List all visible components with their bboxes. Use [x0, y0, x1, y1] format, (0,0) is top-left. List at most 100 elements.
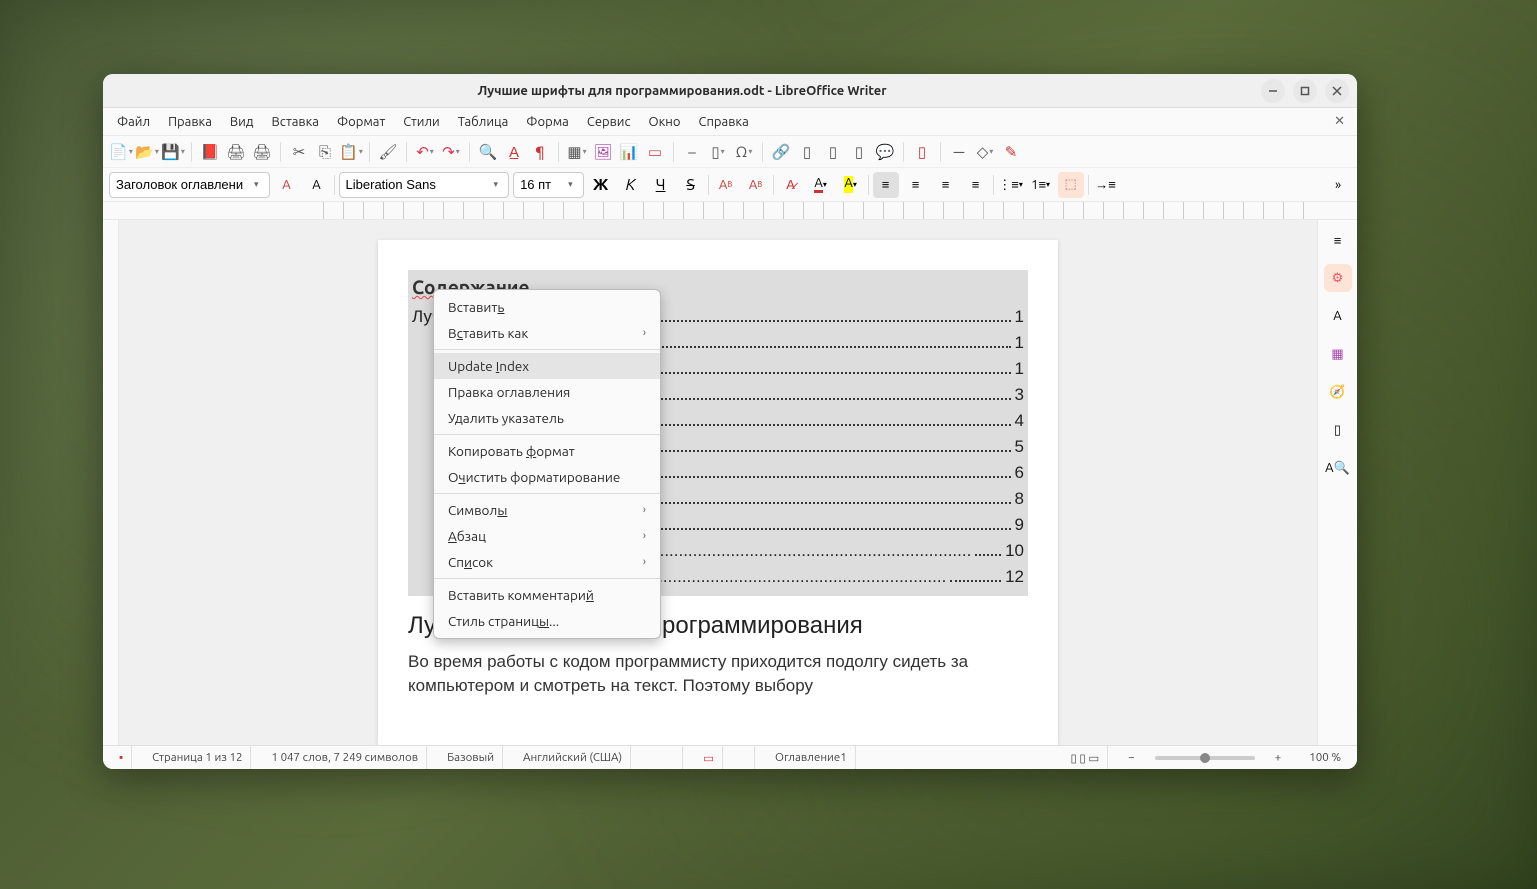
status-signature[interactable] — [735, 746, 755, 769]
hyperlink-icon[interactable]: 🔗 — [769, 140, 793, 164]
align-left-icon[interactable]: ≡ — [873, 172, 899, 198]
bullet-list-icon[interactable]: ⋮≡▾ — [998, 172, 1024, 198]
field-icon[interactable]: ▯▾ — [706, 140, 730, 164]
menu-tools[interactable]: Сервис — [579, 111, 639, 133]
context-menu-item[interactable]: Копировать формат — [434, 438, 660, 464]
zoom-level[interactable]: 100 % — [1301, 746, 1349, 769]
special-char-icon[interactable]: Ω▾ — [732, 140, 756, 164]
open-icon[interactable]: 📂▾ — [135, 140, 159, 164]
status-language[interactable]: Английский (США) — [515, 746, 631, 769]
line-icon[interactable]: ─ — [947, 140, 971, 164]
sidebar-page-icon[interactable]: ▯ — [1324, 416, 1352, 444]
align-right-icon[interactable]: ≡ — [933, 172, 959, 198]
page-break-icon[interactable]: ⎯ — [680, 140, 704, 164]
underline-button[interactable]: Ч — [648, 172, 674, 198]
font-name-input[interactable] — [346, 177, 486, 192]
strike-button[interactable]: S — [678, 172, 704, 198]
undo-icon[interactable]: ↶▾ — [413, 140, 437, 164]
zoom-out-icon[interactable]: − — [1120, 746, 1143, 769]
image-icon[interactable]: 🖼 — [591, 140, 615, 164]
font-color-icon[interactable]: A▾ — [808, 172, 834, 198]
comment-icon[interactable]: 💬 — [873, 140, 897, 164]
bookmark-icon[interactable]: ▯ — [821, 140, 845, 164]
menu-table[interactable]: Таблица — [450, 111, 517, 133]
chart-icon[interactable]: 📊 — [617, 140, 641, 164]
status-page[interactable]: Страница 1 из 12 — [144, 746, 251, 769]
menu-file[interactable]: Файл — [109, 111, 158, 133]
more-options-icon[interactable]: » — [1325, 172, 1351, 198]
context-menu-item[interactable]: Символы› — [434, 497, 660, 523]
context-menu-item[interactable]: Update Index — [434, 353, 660, 379]
context-menu-item[interactable]: Вставить комментарий — [434, 582, 660, 608]
highlight-icon[interactable]: A▾ — [838, 172, 864, 198]
paragraph-style-input[interactable] — [116, 177, 246, 192]
subscript-icon[interactable]: AB — [743, 172, 769, 198]
font-size-input[interactable] — [520, 177, 560, 192]
update-style-icon[interactable]: A — [274, 172, 300, 198]
chevron-down-icon[interactable]: ▾ — [250, 179, 263, 190]
zoom-in-icon[interactable]: + — [1267, 746, 1290, 769]
sidebar-properties-icon[interactable]: ⚙ — [1324, 264, 1352, 292]
sidebar-inspect-icon[interactable]: A🔍 — [1324, 454, 1352, 482]
paste-icon[interactable]: 📋▾ — [339, 140, 363, 164]
track-changes-icon[interactable]: ▯ — [910, 140, 934, 164]
font-size-combo[interactable]: ▾ — [513, 172, 584, 198]
clone-format-icon[interactable]: 🖌 — [376, 140, 400, 164]
menu-help[interactable]: Справка — [691, 111, 757, 133]
status-page-style[interactable]: Базовый — [439, 746, 503, 769]
align-justify-icon[interactable]: ≡ — [963, 172, 989, 198]
horizontal-ruler[interactable] — [103, 202, 1357, 220]
status-save-icon[interactable]: ▪ — [111, 746, 132, 769]
close-doc-button[interactable]: ✕ — [1328, 112, 1351, 131]
status-selection[interactable]: Оглавление1 — [767, 746, 856, 769]
redo-icon[interactable]: ↷▾ — [439, 140, 463, 164]
context-menu-item[interactable]: Правка оглавления — [434, 379, 660, 405]
context-menu-item[interactable]: Удалить указатель — [434, 405, 660, 431]
document-scroll[interactable]: Содержание Лучшие шрифты для1Лучшие шриф… — [119, 220, 1317, 745]
outline-icon[interactable]: ⬚ — [1058, 172, 1084, 198]
superscript-icon[interactable]: AB — [713, 172, 739, 198]
find-icon[interactable]: 🔍 — [476, 140, 500, 164]
print-icon[interactable]: 🖨 — [224, 140, 248, 164]
vertical-ruler[interactable] — [103, 220, 119, 745]
spellcheck-icon[interactable]: A̲ — [502, 140, 526, 164]
sidebar-gallery-icon[interactable]: ▦ — [1324, 340, 1352, 368]
context-menu-item[interactable]: Стиль страницы... — [434, 608, 660, 634]
menu-insert[interactable]: Вставка — [263, 111, 326, 133]
footnote-icon[interactable]: ▯ — [795, 140, 819, 164]
context-menu-item[interactable]: Абзац› — [434, 523, 660, 549]
status-view-icons[interactable]: ▯ ▯ ▭ — [1062, 746, 1108, 769]
cross-ref-icon[interactable]: ▯ — [847, 140, 871, 164]
formatting-marks-icon[interactable]: ¶ — [528, 140, 552, 164]
context-menu-item[interactable]: Вставить — [434, 294, 660, 320]
menu-styles[interactable]: Стили — [395, 111, 448, 133]
draw-icon[interactable]: ✎ — [999, 140, 1023, 164]
minimize-button[interactable] — [1261, 79, 1285, 103]
sidebar-navigator-icon[interactable]: 🧭 — [1324, 378, 1352, 406]
menu-form[interactable]: Форма — [518, 111, 577, 133]
new-style-icon[interactable]: A — [304, 172, 330, 198]
copy-icon[interactable]: ⎘ — [313, 140, 337, 164]
sidebar-menu-icon[interactable]: ≡ — [1324, 226, 1352, 254]
maximize-button[interactable] — [1293, 79, 1317, 103]
context-menu-item[interactable]: Очистить форматирование — [434, 464, 660, 490]
font-name-combo[interactable]: ▾ — [339, 172, 510, 198]
bold-button[interactable]: Ж — [588, 172, 614, 198]
chevron-down-icon[interactable]: ▾ — [490, 179, 503, 190]
status-selection-mode[interactable]: ▭ — [695, 746, 723, 769]
sidebar-styles-icon[interactable]: A — [1324, 302, 1352, 330]
menu-view[interactable]: Вид — [222, 111, 262, 133]
chevron-down-icon[interactable]: ▾ — [564, 179, 577, 190]
menu-edit[interactable]: Правка — [160, 111, 220, 133]
increase-indent-icon[interactable]: →≡ — [1093, 172, 1119, 198]
shapes-icon[interactable]: ◇▾ — [973, 140, 997, 164]
zoom-slider[interactable] — [1155, 756, 1255, 760]
number-list-icon[interactable]: 1≡▾ — [1028, 172, 1054, 198]
textbox-icon[interactable]: ▭ — [643, 140, 667, 164]
context-menu-item[interactable]: Список› — [434, 549, 660, 575]
clear-format-icon[interactable]: A̷ — [778, 172, 804, 198]
close-button[interactable] — [1325, 79, 1349, 103]
print-preview-icon[interactable]: 🖨 — [250, 140, 274, 164]
align-center-icon[interactable]: ≡ — [903, 172, 929, 198]
menu-window[interactable]: Окно — [641, 111, 689, 133]
